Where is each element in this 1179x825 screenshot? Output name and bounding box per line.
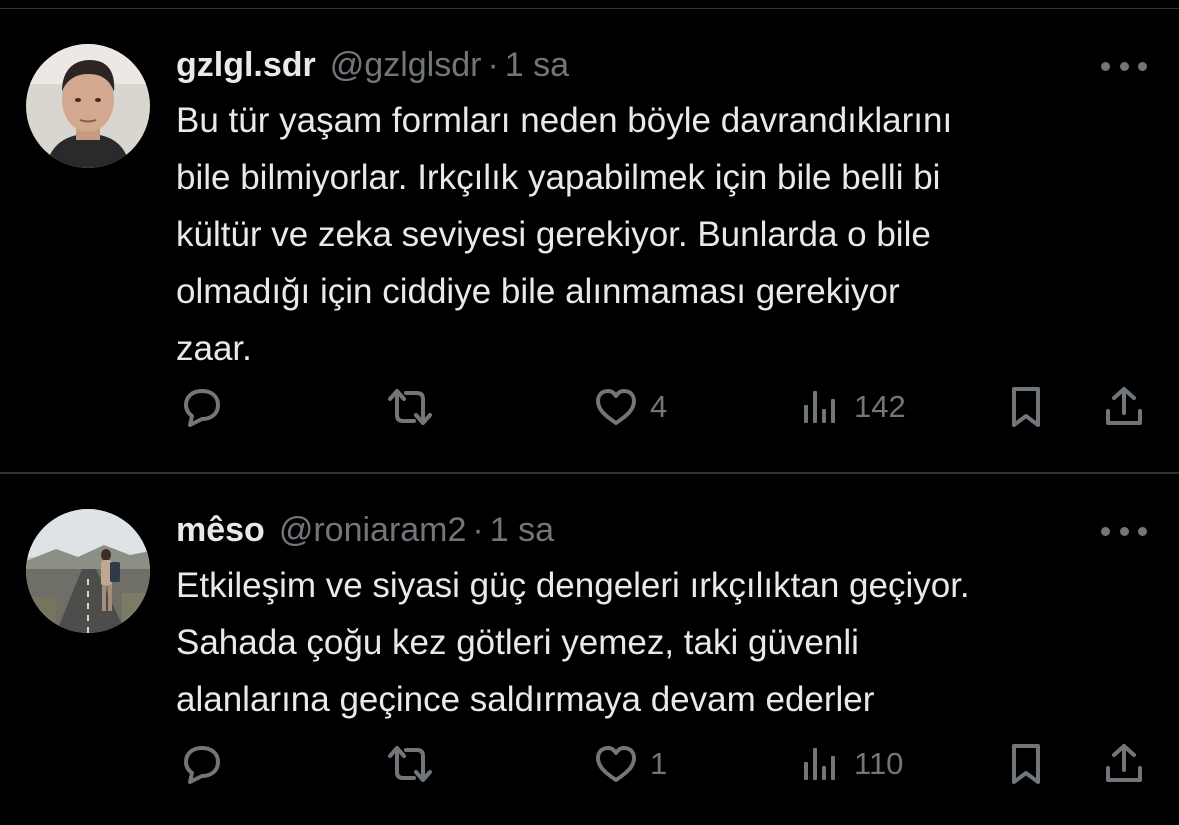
tweet-text: Etkileşim ve siyasi güç dengeleri ırkçıl… bbox=[176, 566, 970, 719]
views-count: 110 bbox=[854, 746, 904, 781]
more-dot bbox=[1101, 61, 1110, 71]
tweet[interactable]: gzlgl.sdr @gzlglsdr · 1 sa Bu tür yaşam … bbox=[0, 40, 1179, 470]
more-dot bbox=[1101, 526, 1110, 536]
more-dot bbox=[1138, 526, 1147, 536]
more-dot bbox=[1138, 61, 1147, 71]
tweet-header: gzlgl.sdr @gzlglsdr · 1 sa bbox=[176, 40, 569, 90]
separator-dot: · bbox=[472, 511, 484, 549]
bar-chart-icon bbox=[804, 748, 835, 780]
tweet-divider bbox=[0, 472, 1179, 474]
action-bar: 4 142 bbox=[176, 379, 1156, 435]
bookmark-icon bbox=[1012, 744, 1040, 784]
bookmark-icon bbox=[1012, 387, 1040, 427]
heart-icon bbox=[596, 746, 636, 782]
more-dot bbox=[1119, 526, 1129, 536]
bar-chart-icon bbox=[804, 391, 835, 423]
avatar[interactable] bbox=[26, 44, 150, 168]
user-handle[interactable]: @roniaram2 bbox=[279, 505, 467, 555]
speech-bubble-icon bbox=[184, 746, 220, 784]
share-button[interactable] bbox=[1100, 736, 1148, 792]
like-button[interactable]: 1 bbox=[592, 736, 667, 792]
like-count: 4 bbox=[650, 389, 668, 424]
repost-button[interactable] bbox=[384, 736, 436, 792]
repost-arrows-icon bbox=[388, 746, 432, 782]
tweet-header: mêso @roniaram2 · 1 sa bbox=[176, 505, 554, 555]
heart-icon bbox=[596, 389, 636, 425]
share-upload-icon bbox=[1106, 744, 1142, 782]
separator-dot: · bbox=[487, 46, 499, 84]
display-name[interactable]: mêso bbox=[176, 505, 265, 555]
share-button[interactable] bbox=[1100, 379, 1148, 435]
timestamp[interactable]: 1 sa bbox=[505, 40, 569, 90]
repost-arrows-icon bbox=[388, 389, 432, 425]
timestamp[interactable]: 1 sa bbox=[490, 505, 554, 555]
tweet[interactable]: mêso @roniaram2 · 1 sa Etkileşim ve siya… bbox=[0, 505, 1179, 805]
bookmark-button[interactable] bbox=[1004, 736, 1048, 792]
views-button[interactable]: 142 bbox=[800, 379, 906, 435]
more-options-icon[interactable] bbox=[1101, 54, 1147, 78]
more-options-icon[interactable] bbox=[1101, 519, 1147, 543]
more-dot bbox=[1119, 61, 1129, 71]
reply-button[interactable] bbox=[178, 736, 226, 792]
tweet-text: Bu tür yaşam formları neden böyle davran… bbox=[176, 101, 953, 368]
views-count: 142 bbox=[854, 389, 906, 424]
top-divider bbox=[0, 8, 1179, 9]
share-upload-icon bbox=[1106, 387, 1142, 425]
views-button[interactable]: 110 bbox=[800, 736, 903, 792]
repost-button[interactable] bbox=[384, 379, 436, 435]
like-button[interactable]: 4 bbox=[592, 379, 667, 435]
action-bar: 1 110 bbox=[176, 736, 1156, 792]
reply-button[interactable] bbox=[178, 379, 226, 435]
avatar[interactable] bbox=[26, 509, 150, 633]
display-name[interactable]: gzlgl.sdr bbox=[176, 40, 316, 90]
user-handle[interactable]: @gzlglsdr bbox=[330, 40, 482, 90]
bookmark-button[interactable] bbox=[1004, 379, 1048, 435]
speech-bubble-icon bbox=[184, 389, 220, 427]
like-count: 1 bbox=[650, 746, 668, 781]
